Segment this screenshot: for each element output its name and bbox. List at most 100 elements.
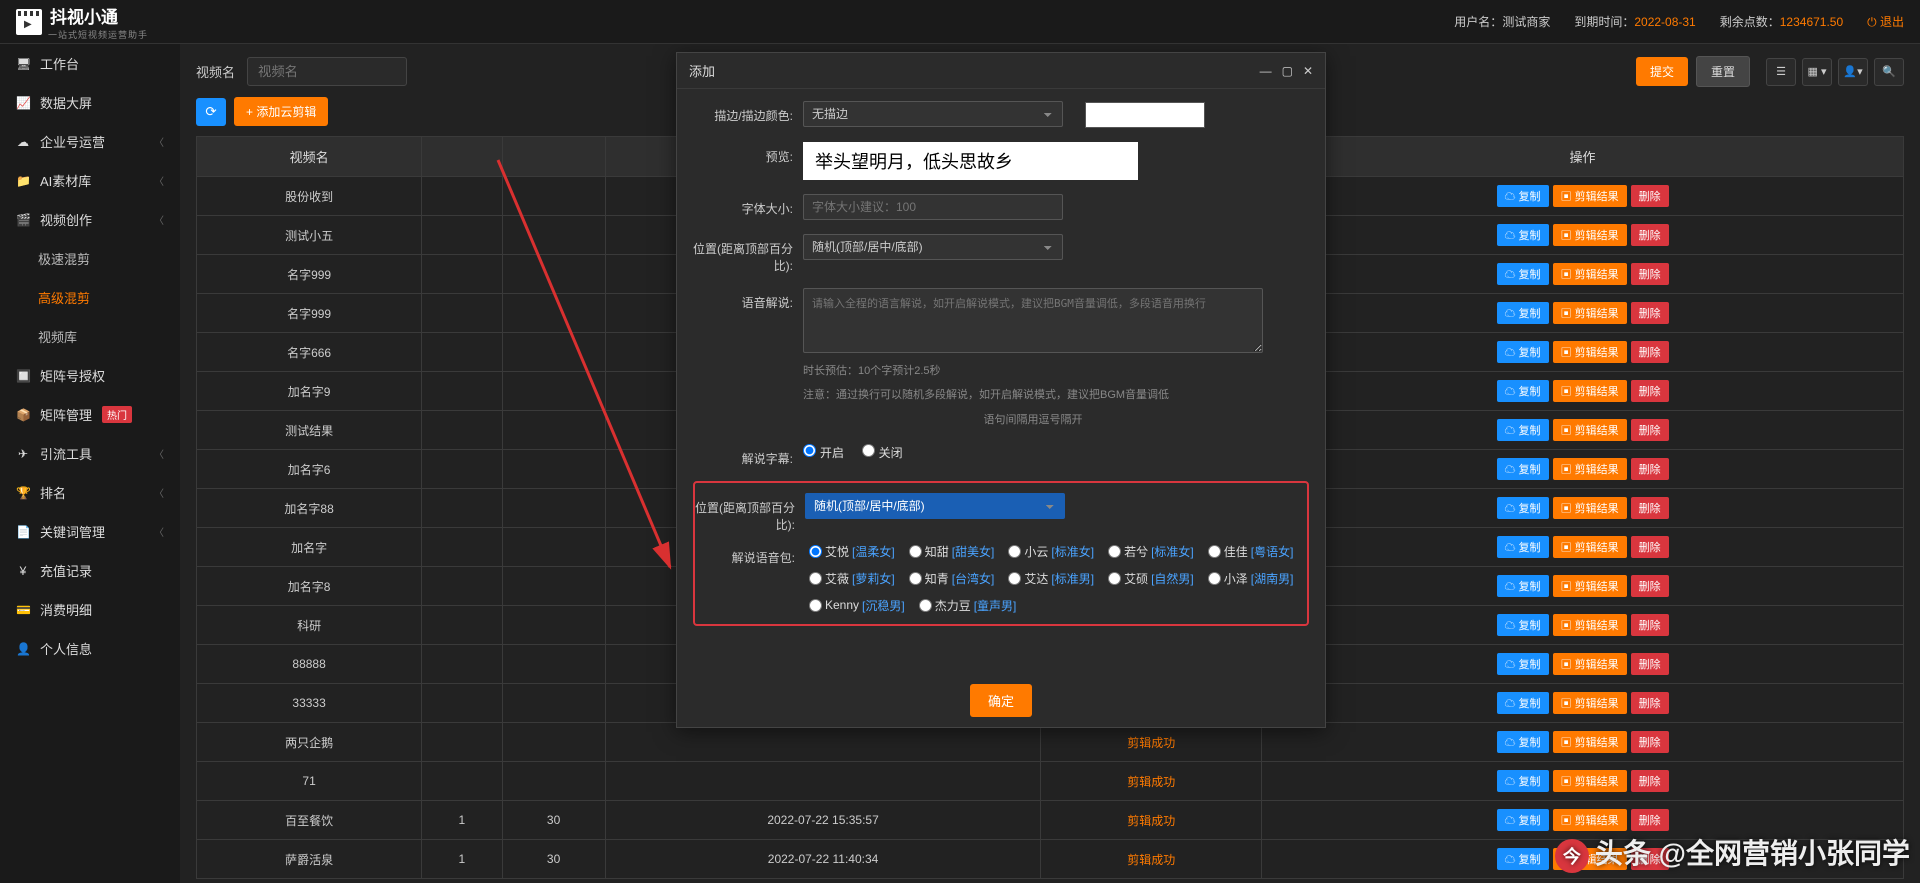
sidebar-item[interactable]: 💳消费明细: [0, 590, 180, 629]
copy-button[interactable]: ☁ 复制: [1497, 575, 1549, 597]
submit-button[interactable]: 提交: [1636, 57, 1688, 86]
delete-button[interactable]: 删除: [1631, 731, 1669, 753]
copy-button[interactable]: ☁ 复制: [1497, 185, 1549, 207]
fontsize-input[interactable]: [803, 194, 1063, 220]
delete-button[interactable]: 删除: [1631, 536, 1669, 558]
sidebar-item[interactable]: 🎬视频创作〈: [0, 200, 180, 239]
copy-button[interactable]: ☁ 复制: [1497, 419, 1549, 441]
result-button[interactable]: ▣ 剪辑结果: [1553, 575, 1627, 597]
logout-button[interactable]: ⏻ 退出: [1867, 13, 1904, 30]
search-icon[interactable]: 🔍: [1874, 58, 1904, 86]
sidebar-child-item[interactable]: 极速混剪: [0, 239, 180, 278]
voice-option[interactable]: 佳佳 [粤语女]: [1208, 543, 1294, 560]
delete-button[interactable]: 删除: [1631, 341, 1669, 363]
stroke-select[interactable]: 无描边: [803, 101, 1063, 127]
copy-button[interactable]: ☁ 复制: [1497, 809, 1549, 831]
copy-button[interactable]: ☁ 复制: [1497, 263, 1549, 285]
sidebar-item[interactable]: ☁企业号运营〈: [0, 122, 180, 161]
copy-button[interactable]: ☁ 复制: [1497, 653, 1549, 675]
sidebar-item[interactable]: 🔲矩阵号授权: [0, 356, 180, 395]
result-button[interactable]: ▣ 剪辑结果: [1553, 341, 1627, 363]
delete-button[interactable]: 删除: [1631, 419, 1669, 441]
delete-button[interactable]: 删除: [1631, 614, 1669, 636]
copy-button[interactable]: ☁ 复制: [1497, 536, 1549, 558]
sidebar-item[interactable]: ¥充值记录: [0, 551, 180, 590]
delete-button[interactable]: 删除: [1631, 575, 1669, 597]
voice-option[interactable]: Kenny [沉稳男]: [809, 597, 905, 614]
voice-option[interactable]: 艾硕 [自然男]: [1108, 570, 1194, 587]
position-select[interactable]: 随机(顶部/居中/底部): [803, 234, 1063, 260]
result-button[interactable]: ▣ 剪辑结果: [1553, 731, 1627, 753]
voice-option[interactable]: 杰力豆 [童声男]: [919, 597, 1017, 614]
sidebar-item[interactable]: 📁AI素材库〈: [0, 161, 180, 200]
voice-option[interactable]: 知甜 [甜美女]: [909, 543, 995, 560]
result-button[interactable]: ▣ 剪辑结果: [1553, 224, 1627, 246]
delete-button[interactable]: 删除: [1631, 458, 1669, 480]
sidebar-item[interactable]: 📈数据大屏: [0, 83, 180, 122]
sidebar-item[interactable]: 📄关键词管理〈: [0, 512, 180, 551]
voice-option[interactable]: 知青 [台湾女]: [909, 570, 995, 587]
voice-option[interactable]: 小云 [标准女]: [1008, 543, 1094, 560]
result-button[interactable]: ▣ 剪辑结果: [1553, 185, 1627, 207]
delete-button[interactable]: 删除: [1631, 263, 1669, 285]
copy-button[interactable]: ☁ 复制: [1497, 380, 1549, 402]
confirm-button[interactable]: 确定: [970, 684, 1032, 717]
delete-button[interactable]: 删除: [1631, 497, 1669, 519]
result-button[interactable]: ▣ 剪辑结果: [1553, 536, 1627, 558]
result-button[interactable]: ▣ 剪辑结果: [1553, 692, 1627, 714]
result-button[interactable]: ▣ 剪辑结果: [1553, 770, 1627, 792]
copy-button[interactable]: ☁ 复制: [1497, 497, 1549, 519]
copy-button[interactable]: ☁ 复制: [1497, 302, 1549, 324]
stroke-color-swatch[interactable]: [1085, 102, 1205, 128]
subtitle-on-radio[interactable]: 开启: [803, 446, 844, 460]
result-button[interactable]: ▣ 剪辑结果: [1553, 302, 1627, 324]
result-button[interactable]: ▣ 剪辑结果: [1553, 380, 1627, 402]
sidebar-child-item[interactable]: 视频库: [0, 317, 180, 356]
add-cloud-clip-button[interactable]: + 添加云剪辑: [234, 97, 328, 126]
sidebar-item[interactable]: 📦矩阵管理热门: [0, 395, 180, 434]
sidebar-item[interactable]: 🏆排名〈: [0, 473, 180, 512]
result-button[interactable]: ▣ 剪辑结果: [1553, 263, 1627, 285]
delete-button[interactable]: 删除: [1631, 653, 1669, 675]
copy-button[interactable]: ☁ 复制: [1497, 770, 1549, 792]
view-user-icon[interactable]: 👤▾: [1838, 58, 1868, 86]
sidebar-item[interactable]: 🖥工作台: [0, 44, 180, 83]
voice-option[interactable]: 艾达 [标准男]: [1008, 570, 1094, 587]
delete-button[interactable]: 删除: [1631, 848, 1669, 870]
result-button[interactable]: ▣ 剪辑结果: [1553, 497, 1627, 519]
result-button[interactable]: ▣ 剪辑结果: [1553, 653, 1627, 675]
copy-button[interactable]: ☁ 复制: [1497, 458, 1549, 480]
sidebar-item[interactable]: ✈引流工具〈: [0, 434, 180, 473]
voice-option[interactable]: 艾悦 [温柔女]: [809, 543, 895, 560]
copy-button[interactable]: ☁ 复制: [1497, 341, 1549, 363]
reset-button[interactable]: 重置: [1696, 56, 1750, 87]
copy-button[interactable]: ☁ 复制: [1497, 692, 1549, 714]
view-grid-icon[interactable]: ▦ ▾: [1802, 58, 1832, 86]
delete-button[interactable]: 删除: [1631, 224, 1669, 246]
maximize-icon[interactable]: ▢: [1282, 64, 1293, 78]
delete-button[interactable]: 删除: [1631, 380, 1669, 402]
voice-option[interactable]: 若兮 [标准女]: [1108, 543, 1194, 560]
minimize-icon[interactable]: —: [1260, 64, 1272, 78]
result-button[interactable]: ▣ 剪辑结果: [1553, 419, 1627, 441]
result-button[interactable]: ▣ 剪辑结果: [1553, 809, 1627, 831]
delete-button[interactable]: 删除: [1631, 809, 1669, 831]
result-button[interactable]: ▣ 剪辑结果: [1553, 614, 1627, 636]
copy-button[interactable]: ☁ 复制: [1497, 614, 1549, 636]
voice-option[interactable]: 小泽 [湖南男]: [1208, 570, 1294, 587]
voice-option[interactable]: 艾薇 [萝莉女]: [809, 570, 895, 587]
copy-button[interactable]: ☁ 复制: [1497, 848, 1549, 870]
result-button[interactable]: ▣ 剪辑结果: [1553, 458, 1627, 480]
voice-desc-textarea[interactable]: [803, 288, 1263, 353]
result-button[interactable]: ▣ 剪辑结果: [1553, 848, 1627, 870]
copy-button[interactable]: ☁ 复制: [1497, 731, 1549, 753]
copy-button[interactable]: ☁ 复制: [1497, 224, 1549, 246]
subtitle-off-radio[interactable]: 关闭: [862, 446, 903, 460]
delete-button[interactable]: 删除: [1631, 692, 1669, 714]
position2-select[interactable]: 随机(顶部/居中/底部): [805, 493, 1065, 519]
sidebar-child-item[interactable]: 高级混剪: [0, 278, 180, 317]
delete-button[interactable]: 删除: [1631, 302, 1669, 324]
sidebar-item[interactable]: 👤个人信息: [0, 629, 180, 668]
delete-button[interactable]: 删除: [1631, 770, 1669, 792]
close-icon[interactable]: ✕: [1303, 64, 1313, 78]
